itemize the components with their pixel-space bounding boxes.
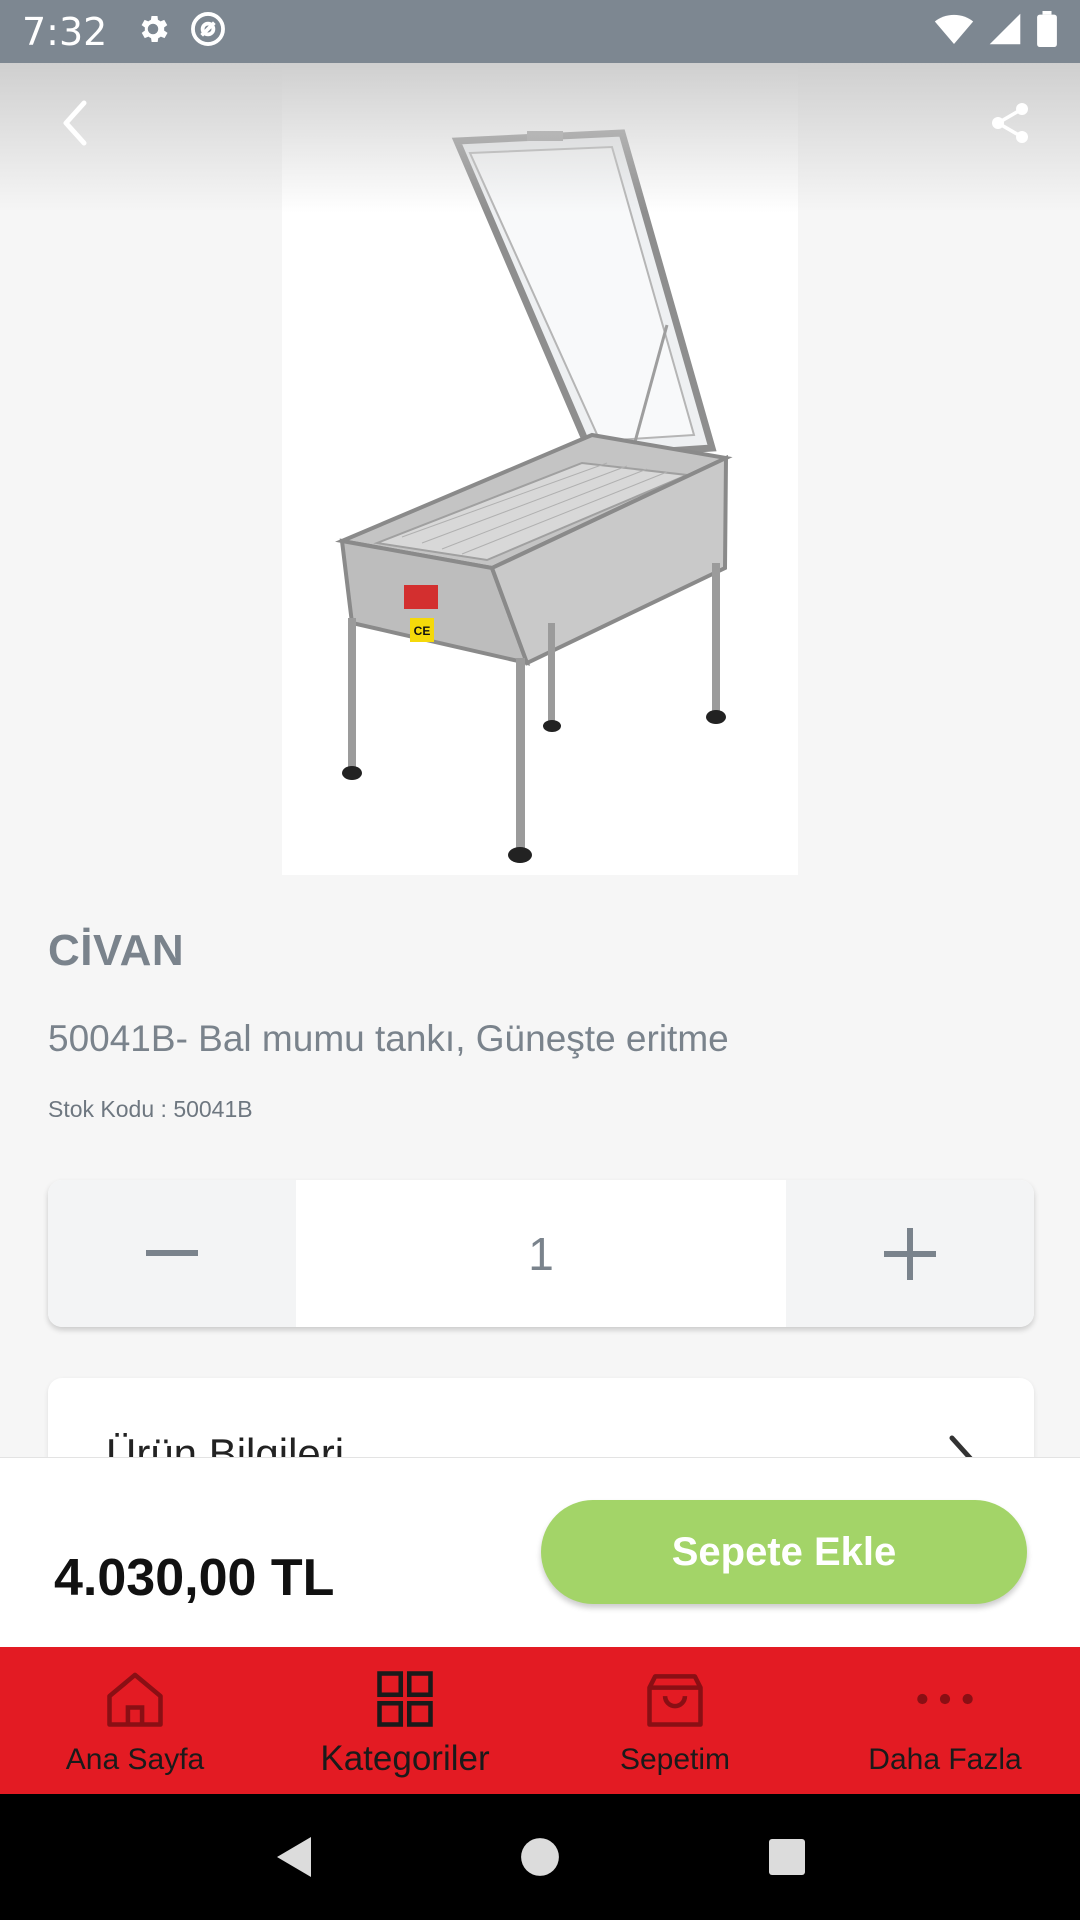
signal-icon — [988, 12, 1022, 51]
nav-categories-label: Kategoriler — [320, 1739, 490, 1778]
home-circle-icon[interactable] — [510, 1827, 570, 1887]
product-image-area: CE — [0, 63, 1080, 875]
cart-bar: 4.030,00 TL Sepete Ekle — [0, 1457, 1080, 1647]
nav-more-label: Daha Fazla — [868, 1743, 1022, 1776]
nav-cart-label: Sepetim — [619, 1743, 731, 1776]
chevron-left-icon — [63, 100, 87, 146]
share-icon — [992, 103, 1028, 143]
shopping-bag-icon — [641, 1661, 709, 1737]
add-to-cart-button[interactable]: Sepete Ekle — [541, 1500, 1027, 1604]
quantity-value[interactable]: 1 — [296, 1180, 786, 1327]
recents-square-icon[interactable] — [757, 1827, 817, 1887]
svg-text:CE: CE — [414, 624, 431, 638]
product-price: 4.030,00 TL — [54, 1549, 335, 1607]
at-sign-icon — [189, 10, 227, 53]
nav-home[interactable]: Ana Sayfa — [0, 1647, 270, 1794]
product-brand: CİVAN — [48, 926, 185, 975]
back-button[interactable] — [50, 93, 100, 153]
grid-icon — [371, 1661, 439, 1737]
wifi-icon — [934, 12, 974, 51]
quantity-stepper: 1 — [48, 1180, 1034, 1327]
product-title: 50041B- Bal mumu tankı, Güneşte eritme — [48, 1018, 729, 1059]
nav-home-label: Ana Sayfa — [65, 1743, 205, 1776]
nav-more[interactable]: Daha Fazla — [810, 1647, 1080, 1794]
system-nav-bar — [0, 1794, 1080, 1920]
nav-cart[interactable]: Sepetim — [540, 1647, 810, 1794]
home-icon — [101, 1661, 169, 1737]
status-time: 7:32 — [22, 9, 108, 54]
minus-icon — [146, 1249, 198, 1256]
stock-code-label: Stok Kodu : — [48, 1096, 174, 1122]
bottom-nav: Ana Sayfa Kategoriler Sepetim Daha Fazla — [0, 1647, 1080, 1794]
settings-icon — [135, 11, 171, 52]
battery-icon — [1036, 11, 1058, 52]
status-bar: 7:32 — [0, 0, 1080, 63]
more-dots-icon — [911, 1661, 979, 1737]
increment-button[interactable] — [786, 1180, 1034, 1327]
back-triangle-icon[interactable] — [263, 1827, 323, 1887]
plus-icon — [884, 1227, 936, 1280]
decrement-button[interactable] — [48, 1180, 296, 1327]
nav-categories[interactable]: Kategoriler — [270, 1647, 540, 1794]
header-gradient — [0, 63, 1080, 213]
share-button[interactable] — [980, 93, 1040, 153]
stock-code-value: 50041B — [173, 1096, 253, 1122]
stock-code-row: Stok Kodu : 50041B — [48, 1096, 253, 1123]
